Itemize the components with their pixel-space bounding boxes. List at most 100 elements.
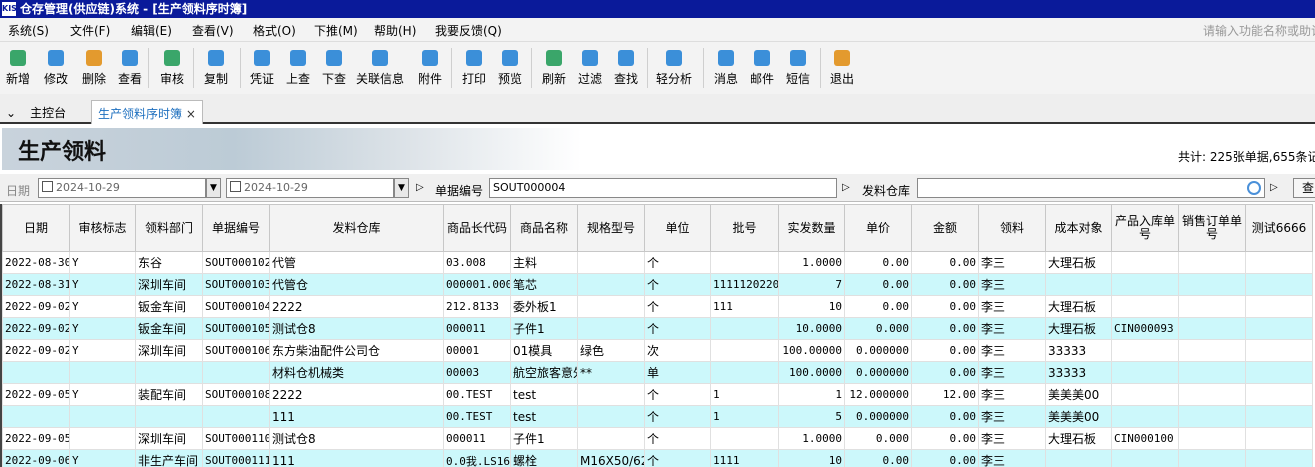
- approve-icon: [164, 50, 180, 66]
- toolbar-button[interactable]: 查找: [608, 46, 644, 92]
- table-cell: 111: [710, 295, 779, 318]
- table-cell: 0.00: [911, 295, 979, 318]
- table-cell: 7: [778, 273, 845, 296]
- column-header[interactable]: 领料: [978, 204, 1046, 252]
- toolbar-button-label: 短信: [785, 72, 810, 86]
- toolbar-button[interactable]: 退出: [824, 46, 860, 92]
- toolbar-button[interactable]: 查看: [112, 46, 148, 92]
- toolbar-button[interactable]: 关联信息: [352, 46, 408, 92]
- toolbar-button[interactable]: 预览: [492, 46, 528, 92]
- warehouse-input[interactable]: [917, 178, 1265, 198]
- date-from-dropdown-icon[interactable]: ▼: [206, 178, 221, 198]
- toolbar-button[interactable]: 凭证: [244, 46, 280, 92]
- column-header[interactable]: 领料部门: [135, 204, 203, 252]
- column-header[interactable]: 单据编号: [202, 204, 270, 252]
- add-icon: [10, 50, 26, 66]
- table-cell: 100.0000: [778, 361, 845, 384]
- column-header[interactable]: 商品长代码: [443, 204, 511, 252]
- tab-issue-list[interactable]: 生产领料序时簿 ×: [91, 100, 203, 124]
- toolbar-button-label: 查找: [613, 72, 638, 86]
- toolbar-button[interactable]: 邮件: [744, 46, 780, 92]
- date-label: 日期: [6, 184, 31, 198]
- menu-view[interactable]: 查看(V): [192, 22, 234, 39]
- close-icon[interactable]: ×: [186, 107, 196, 121]
- column-header[interactable]: 销售订单单号: [1178, 204, 1246, 252]
- column-header[interactable]: 发料仓库: [269, 204, 444, 252]
- table-row[interactable]: 111 00.TEST test 个 1 5 0.000000 0.00 李三 美美美00: [2, 405, 1313, 428]
- table-cell: 0.00: [844, 273, 912, 296]
- table-cell: [1178, 383, 1246, 406]
- table-row[interactable]: 2022-09-02 Y 钣金车间 SOUT000105 测试仓8 000011 子件1 个 1…: [2, 317, 1313, 340]
- table-row[interactable]: 2022-09-05 Y 装配车间 SOUT000108 2222 00.TEST test…: [2, 383, 1313, 406]
- table-cell: 000001.0000: [443, 273, 511, 296]
- toolbar-button[interactable]: 过滤: [572, 46, 608, 92]
- window-title: 仓存管理(供应链)系统 - [生产领料序时簿]: [20, 2, 248, 16]
- column-header[interactable]: 规格型号: [577, 204, 645, 252]
- toolbar-button[interactable]: 消息: [708, 46, 744, 92]
- toolbar-button[interactable]: 新增: [0, 46, 36, 92]
- toolbar-button[interactable]: 审核: [154, 46, 190, 92]
- warehouse-label: 发料仓库: [862, 184, 911, 198]
- column-header[interactable]: 批号: [710, 204, 779, 252]
- billno-input[interactable]: SOUT000004: [489, 178, 837, 198]
- query-button[interactable]: 查: [1293, 178, 1315, 198]
- table-cell: 0.000000: [844, 361, 912, 384]
- search-icon[interactable]: [1247, 181, 1261, 195]
- column-header[interactable]: 单位: [644, 204, 711, 252]
- arrow-right-icon: ▷: [842, 182, 850, 193]
- column-header[interactable]: 商品名称: [510, 204, 578, 252]
- menu-edit[interactable]: 编辑(E): [131, 22, 172, 39]
- date-from-checkbox[interactable]: [42, 181, 53, 192]
- menu-system[interactable]: 系统(S): [8, 22, 49, 39]
- toolbar-button[interactable]: 删除: [76, 46, 112, 92]
- date-to-dropdown-icon[interactable]: ▼: [394, 178, 409, 198]
- toolbar-button[interactable]: 上查: [280, 46, 316, 92]
- toolbar-button[interactable]: 轻分析: [652, 46, 696, 92]
- table-row[interactable]: 材料仓机械类00003航空旅客意外险**单 100.00000.0000000.0…: [2, 361, 1313, 384]
- column-header[interactable]: 产品入库单号: [1111, 204, 1179, 252]
- tab-home[interactable]: ⌄ 主控台: [6, 104, 66, 121]
- toolbar-button[interactable]: 刷新: [536, 46, 572, 92]
- table-row[interactable]: 2022-09-02 Y 钣金车间 SOUT000104 2222 212.8133 委外板…: [2, 295, 1313, 318]
- table-row[interactable]: 2022-08-31Y深圳车间SOUT000103代管仓000001.0000笔…: [2, 273, 1313, 296]
- table-cell: 大理石板: [1045, 427, 1112, 450]
- table-cell: 212.8133: [443, 295, 511, 318]
- table-cell: 2022-09-05: [2, 383, 70, 406]
- table-row[interactable]: 2022-09-06 Y 非生产车间 SOUT000111 111 0.0我.LS165 螺…: [2, 449, 1313, 467]
- column-header[interactable]: 实发数量: [778, 204, 845, 252]
- table-cell: 个: [644, 273, 711, 296]
- menu-help[interactable]: 帮助(H): [374, 22, 416, 39]
- table-cell: 0.00: [911, 273, 979, 296]
- toolbar-button[interactable]: 附件: [412, 46, 448, 92]
- column-header[interactable]: 成本对象: [1045, 204, 1112, 252]
- table-row[interactable]: 2022-09-05 深圳车间 SOUT000110 测试仓8 000011 子件1 个 1.…: [2, 427, 1313, 450]
- table-cell: [1178, 361, 1246, 384]
- table-cell: 000011: [443, 317, 511, 340]
- table-cell: 航空旅客意外险: [510, 361, 578, 384]
- menu-format[interactable]: 格式(O): [253, 22, 296, 39]
- menu-push-down[interactable]: 下推(M): [314, 22, 358, 39]
- toolbar-button[interactable]: 修改: [38, 46, 74, 92]
- date-from-input[interactable]: 2024-10-29: [38, 178, 206, 198]
- column-header[interactable]: 审核标志: [69, 204, 136, 252]
- date-to-input[interactable]: 2024-10-29: [226, 178, 394, 198]
- date-to-checkbox[interactable]: [230, 181, 241, 192]
- billno-label: 单据编号: [435, 184, 484, 198]
- column-header[interactable]: 金额: [911, 204, 979, 252]
- column-header[interactable]: 日期: [2, 204, 70, 252]
- column-header[interactable]: 测试6666: [1245, 204, 1313, 252]
- table-cell: 笔芯: [510, 273, 578, 296]
- table-cell: [1178, 339, 1246, 362]
- toolbar-button[interactable]: 短信: [780, 46, 816, 92]
- toolbar-button[interactable]: 下查: [316, 46, 352, 92]
- toolbar-button[interactable]: 复制: [198, 46, 234, 92]
- table-row[interactable]: 2022-09-02 Y 深圳车间 SOUT000106 东方柴油配件公司仓 00001 0…: [2, 339, 1313, 362]
- toolbar-button[interactable]: 打印: [456, 46, 492, 92]
- function-search-input[interactable]: 请输入功能名称或助记: [1203, 22, 1315, 39]
- menu-file[interactable]: 文件(F): [70, 22, 110, 39]
- menu-feedback[interactable]: 我要反馈(Q): [435, 22, 502, 39]
- chevron-down-icon[interactable]: ⌄: [6, 106, 16, 120]
- toolbar-separator: [647, 48, 648, 88]
- column-header[interactable]: 单价: [844, 204, 912, 252]
- table-row[interactable]: 2022-08-30 Y 东谷 SOUT000102 代管 03.008 主料 个 1.0000…: [2, 251, 1313, 274]
